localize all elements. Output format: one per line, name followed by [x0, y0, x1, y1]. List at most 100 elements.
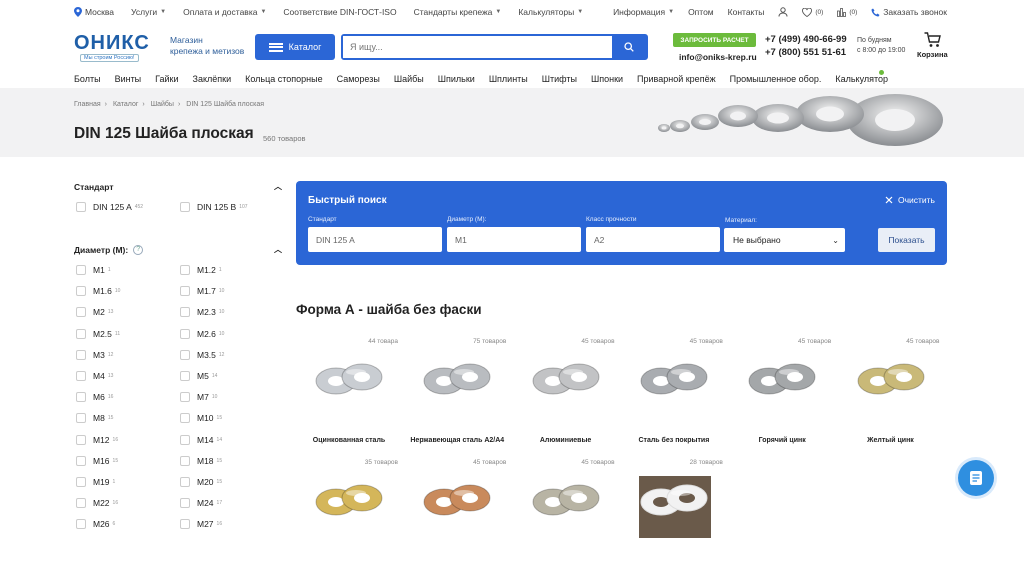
checkbox[interactable]	[180, 202, 190, 212]
help-icon[interactable]: ?	[133, 244, 144, 255]
nav-item[interactable]: Винты	[115, 74, 142, 84]
callback-link[interactable]: Заказать звонок	[871, 7, 947, 17]
breadcrumb-item[interactable]: Каталог	[113, 101, 138, 108]
filter-checkbox[interactable]: M24 17	[180, 498, 222, 509]
topbar-link-services[interactable]: Услуги ▼	[131, 7, 166, 17]
search-input[interactable]	[343, 36, 612, 58]
checkbox[interactable]	[76, 349, 86, 360]
email-link[interactable]: info@oniks-krep.ru	[679, 52, 757, 62]
nav-item[interactable]: Калькулятор	[835, 74, 888, 84]
filter-checkbox[interactable]: M1.2 1	[180, 265, 222, 275]
checkbox[interactable]	[180, 519, 190, 530]
filter-checkbox[interactable]: M1.6 10	[76, 286, 120, 297]
filter-checkbox[interactable]: M1 1	[76, 265, 111, 275]
filter-checkbox[interactable]: M2.6 10	[180, 328, 224, 339]
checkbox[interactable]	[76, 202, 86, 212]
filter-checkbox[interactable]: DIN 125 A 452	[76, 202, 143, 212]
user-icon[interactable]	[778, 7, 788, 17]
checkbox[interactable]	[76, 498, 86, 509]
checkbox[interactable]	[180, 265, 190, 275]
checkbox[interactable]	[180, 328, 190, 339]
product-card[interactable]: 45 товаров	[404, 454, 511, 571]
topbar-link-din-gost[interactable]: Соответствие DIN-ГОСТ-ISO	[283, 7, 396, 17]
cart-button[interactable]: Корзина	[917, 32, 948, 59]
filter-checkbox[interactable]: M6 16	[76, 392, 113, 403]
product-card[interactable]: 45 товаров Сталь без покрытия	[620, 333, 727, 450]
filter-checkbox[interactable]: DIN 125 B 107	[180, 202, 248, 212]
nav-item[interactable]: Шайбы	[394, 74, 424, 84]
product-card[interactable]: 45 товаров Алюминиевые	[512, 333, 619, 450]
checkbox[interactable]	[76, 413, 86, 424]
filter-checkbox[interactable]: M5 14	[180, 371, 217, 381]
nav-item[interactable]: Кольца стопорные	[245, 74, 323, 84]
nav-item[interactable]: Штифты	[542, 74, 577, 84]
filter-checkbox[interactable]: M2 13	[76, 307, 113, 318]
request-quote-button[interactable]: ЗАПРОСИТЬ РАСЧЕТ	[673, 33, 756, 47]
filter-checkbox[interactable]: M16 15	[76, 455, 118, 466]
filter-checkbox[interactable]: M12 16	[76, 434, 118, 445]
checkbox[interactable]	[180, 307, 190, 318]
checkbox[interactable]	[180, 349, 190, 360]
nav-item[interactable]: Гайки	[155, 74, 178, 84]
checkbox[interactable]	[76, 477, 86, 487]
topbar-link-wholesale[interactable]: Оптом	[688, 7, 714, 17]
filter-checkbox[interactable]: M20 15	[180, 477, 222, 487]
nav-item[interactable]: Шпонки	[591, 74, 623, 84]
city-selector[interactable]: Москва	[74, 7, 114, 17]
compare-link[interactable]: (0)	[837, 7, 857, 17]
nav-item[interactable]: Шплинты	[489, 74, 528, 84]
show-button[interactable]: Показать	[878, 228, 935, 252]
nav-item[interactable]: Приварной крепёж	[637, 74, 716, 84]
filter-checkbox[interactable]: M19 1	[76, 477, 115, 487]
checkbox[interactable]	[76, 371, 86, 381]
filter-checkbox[interactable]: M3.5 12	[180, 349, 224, 360]
logo[interactable]: ОНИКС Мы строим Россию!	[74, 32, 166, 62]
checkbox[interactable]	[76, 434, 86, 445]
clear-button[interactable]: Очистить	[885, 195, 935, 205]
nav-item[interactable]: Шпильки	[438, 74, 475, 84]
filter-checkbox[interactable]: M3 12	[76, 349, 113, 360]
breadcrumb-item[interactable]: Шайбы	[151, 101, 174, 108]
nav-item[interactable]: Саморезы	[337, 74, 380, 84]
diameter-input[interactable]: M1	[447, 227, 581, 252]
phone-2[interactable]: +7 (800) 551 51-61	[765, 46, 847, 59]
topbar-link-payment[interactable]: Оплата и доставка ▼	[183, 7, 266, 17]
checkbox[interactable]	[180, 286, 190, 297]
checkbox[interactable]	[76, 265, 86, 275]
checkbox[interactable]	[76, 519, 86, 530]
filter-checkbox[interactable]: M2.3 10	[180, 307, 224, 318]
checkbox[interactable]	[180, 477, 190, 487]
checkbox[interactable]	[76, 455, 86, 466]
filter-checkbox[interactable]: M18 15	[180, 455, 222, 466]
filter-standard-header[interactable]: Стандарт ︿	[74, 181, 282, 192]
checkbox[interactable]	[76, 392, 86, 403]
checkbox[interactable]	[76, 307, 86, 318]
phone-1[interactable]: +7 (499) 490-66-99	[765, 33, 847, 46]
standard-input[interactable]: DIN 125 A	[308, 227, 442, 252]
topbar-link-info[interactable]: Информация ▼	[613, 7, 674, 17]
checkbox[interactable]	[180, 455, 190, 466]
checkbox[interactable]	[180, 498, 190, 509]
nav-item[interactable]: Болты	[74, 74, 101, 84]
topbar-link-standards[interactable]: Стандарты крепежа ▼	[414, 7, 502, 17]
topbar-link-contacts[interactable]: Контакты	[728, 7, 765, 17]
catalog-button[interactable]: Каталог	[255, 34, 335, 60]
nav-item[interactable]: Промышленное обор.	[730, 74, 822, 84]
product-card[interactable]: 45 товаров	[512, 454, 619, 571]
filter-checkbox[interactable]: M26 6	[76, 519, 115, 530]
filter-checkbox[interactable]: M27 16	[180, 519, 222, 530]
checkbox[interactable]	[180, 434, 190, 445]
topbar-link-calculators[interactable]: Калькуляторы ▼	[518, 7, 583, 17]
checkbox[interactable]	[180, 392, 190, 403]
product-card[interactable]: 45 товаров Желтый цинк	[837, 333, 944, 450]
product-card[interactable]: 45 товаров Горячий цинк	[729, 333, 836, 450]
product-card[interactable]: 44 товара Оцинкованная сталь	[296, 333, 402, 450]
filter-checkbox[interactable]: M1.7 10	[180, 286, 224, 297]
material-select[interactable]: Не выбрано ⌄	[724, 228, 845, 252]
product-card[interactable]: 28 товаров	[620, 454, 727, 571]
filter-checkbox[interactable]: M7 10	[180, 392, 217, 403]
favorites-link[interactable]: (0)	[802, 7, 823, 17]
checkbox[interactable]	[76, 286, 86, 297]
filter-checkbox[interactable]: M14 14	[180, 434, 222, 445]
product-card[interactable]: 35 товаров	[296, 454, 402, 571]
